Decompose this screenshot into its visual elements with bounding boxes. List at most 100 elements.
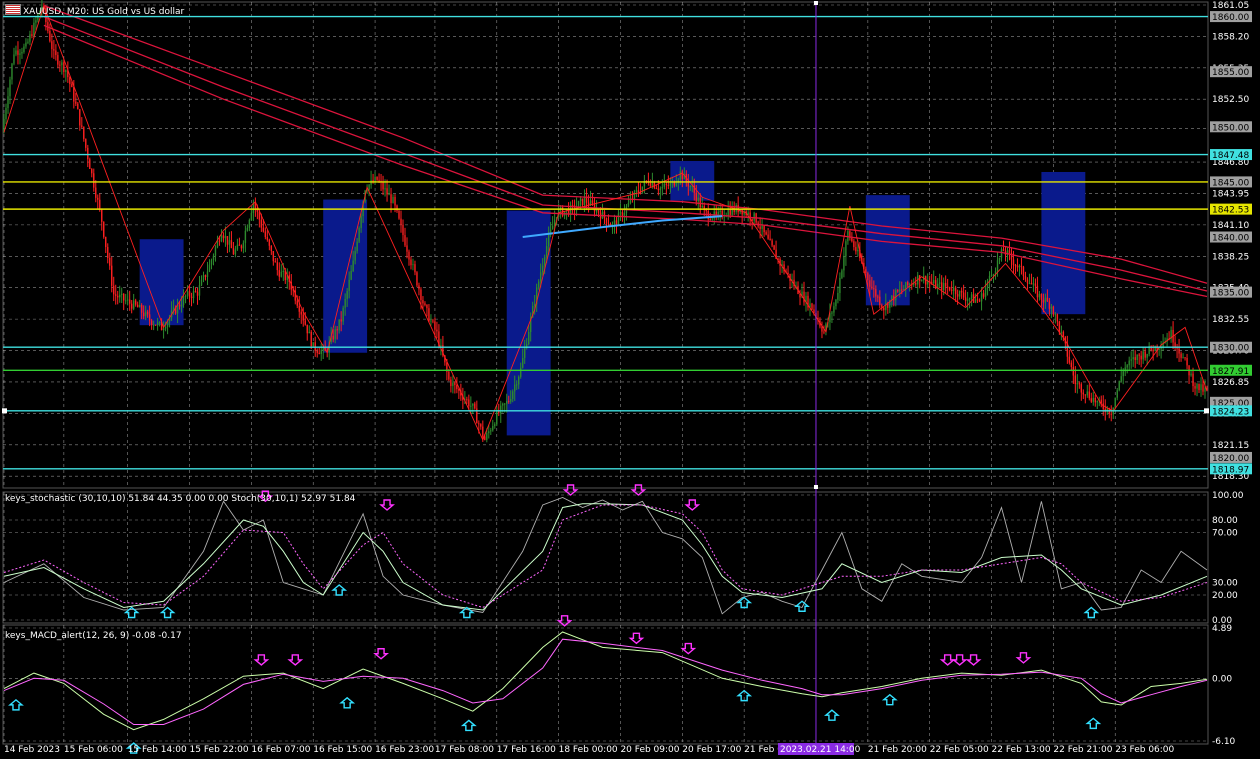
time-tick-label: 16 Feb 07:00 xyxy=(251,745,310,755)
candle xyxy=(865,269,867,274)
candle xyxy=(813,309,815,313)
time-tick-label: 17 Feb 08:00 xyxy=(435,745,494,755)
candle xyxy=(701,205,703,208)
candle xyxy=(976,299,979,301)
candle xyxy=(1088,391,1090,399)
candle xyxy=(412,264,414,266)
candle xyxy=(619,212,622,214)
buy-arrow-icon xyxy=(331,584,348,596)
stoch-tick-label: 100.00 xyxy=(1212,491,1244,501)
candle xyxy=(450,379,452,387)
time-tick-label: 16 Feb 15:00 xyxy=(313,745,372,755)
candle xyxy=(1184,357,1186,359)
candle xyxy=(430,320,432,322)
candle xyxy=(915,282,917,285)
buy-arrow-icon xyxy=(881,693,898,706)
time-tick-label: 17 Feb 16:00 xyxy=(497,745,556,755)
symbol-title: XAUUSD, M20: US Gold vs US dollar xyxy=(5,4,184,17)
candle xyxy=(709,219,711,221)
candle xyxy=(448,371,450,380)
candle xyxy=(280,271,283,277)
candle xyxy=(132,300,135,309)
chart-menu-icon[interactable] xyxy=(5,4,21,15)
price-badge-label: 1820.00 xyxy=(1212,454,1249,464)
candle xyxy=(980,293,983,302)
candle xyxy=(494,424,496,427)
candle xyxy=(895,290,897,301)
candle xyxy=(142,312,145,317)
price-tick-label: 1843.95 xyxy=(1212,189,1249,199)
candle xyxy=(522,357,524,368)
candle xyxy=(545,246,548,258)
candle xyxy=(240,245,243,249)
candle xyxy=(109,257,111,266)
candle xyxy=(490,430,492,432)
macd-signal-line xyxy=(3,638,1208,725)
candle xyxy=(210,260,213,265)
candle xyxy=(1022,266,1025,277)
candle xyxy=(851,237,853,242)
candle xyxy=(717,211,719,215)
candle xyxy=(897,290,899,292)
candle xyxy=(270,245,273,251)
sell-arrow-icon xyxy=(1015,652,1032,664)
price-badge-label: 1842.53 xyxy=(1212,206,1249,216)
candle xyxy=(148,314,151,321)
candle xyxy=(901,289,903,291)
candle xyxy=(122,293,125,301)
candle xyxy=(1068,356,1071,363)
candle xyxy=(378,179,380,182)
price-badge-label: 1847.48 xyxy=(1212,151,1249,161)
candle xyxy=(474,403,476,409)
candle xyxy=(761,225,763,229)
candle xyxy=(932,280,935,284)
candle xyxy=(316,350,318,353)
candle xyxy=(581,198,584,206)
price-badge-label: 1845.00 xyxy=(1212,178,1249,188)
candle xyxy=(1062,331,1065,337)
candle xyxy=(1186,357,1188,366)
candle xyxy=(1094,397,1096,403)
candle xyxy=(500,405,502,414)
candle xyxy=(264,231,267,238)
candle xyxy=(234,249,237,255)
stochastic-title: keys_stochastic (30,10,10) 51.84 44.35 0… xyxy=(5,494,356,504)
candle xyxy=(627,203,630,207)
time-tick-label: 15 Feb 14:00 xyxy=(128,745,187,755)
candle xyxy=(719,210,721,212)
candle xyxy=(406,245,408,252)
candle xyxy=(1018,265,1021,268)
candle xyxy=(1008,250,1011,254)
candle xyxy=(306,324,308,334)
candle xyxy=(320,350,322,355)
candle xyxy=(831,312,833,314)
candle xyxy=(1054,314,1057,316)
candle xyxy=(1042,299,1045,303)
candle xyxy=(468,399,470,407)
candle xyxy=(839,277,841,293)
candle xyxy=(853,241,855,248)
candle xyxy=(547,234,550,247)
sell-arrow-icon xyxy=(684,499,701,511)
candle xyxy=(811,303,813,310)
candle xyxy=(126,299,129,301)
candle xyxy=(400,218,402,225)
price-chart[interactable]: 1861.051858.201855.351852.501849.851846.… xyxy=(0,0,1260,759)
candle xyxy=(180,305,183,307)
candle xyxy=(452,382,454,387)
candle xyxy=(224,236,227,239)
candle xyxy=(909,284,911,286)
candle xyxy=(837,292,839,300)
candle xyxy=(617,213,620,225)
candle xyxy=(1048,301,1051,309)
sell-arrow-icon xyxy=(556,615,573,627)
sell-arrow-icon xyxy=(680,642,697,655)
candle xyxy=(496,410,498,425)
cursor-time-label: 2023.02.21 14:00 xyxy=(780,745,861,755)
range-box xyxy=(1041,171,1086,315)
candle xyxy=(105,236,107,248)
candle xyxy=(1090,398,1092,402)
candle xyxy=(436,329,438,332)
candle xyxy=(138,305,141,308)
candle xyxy=(53,49,55,51)
